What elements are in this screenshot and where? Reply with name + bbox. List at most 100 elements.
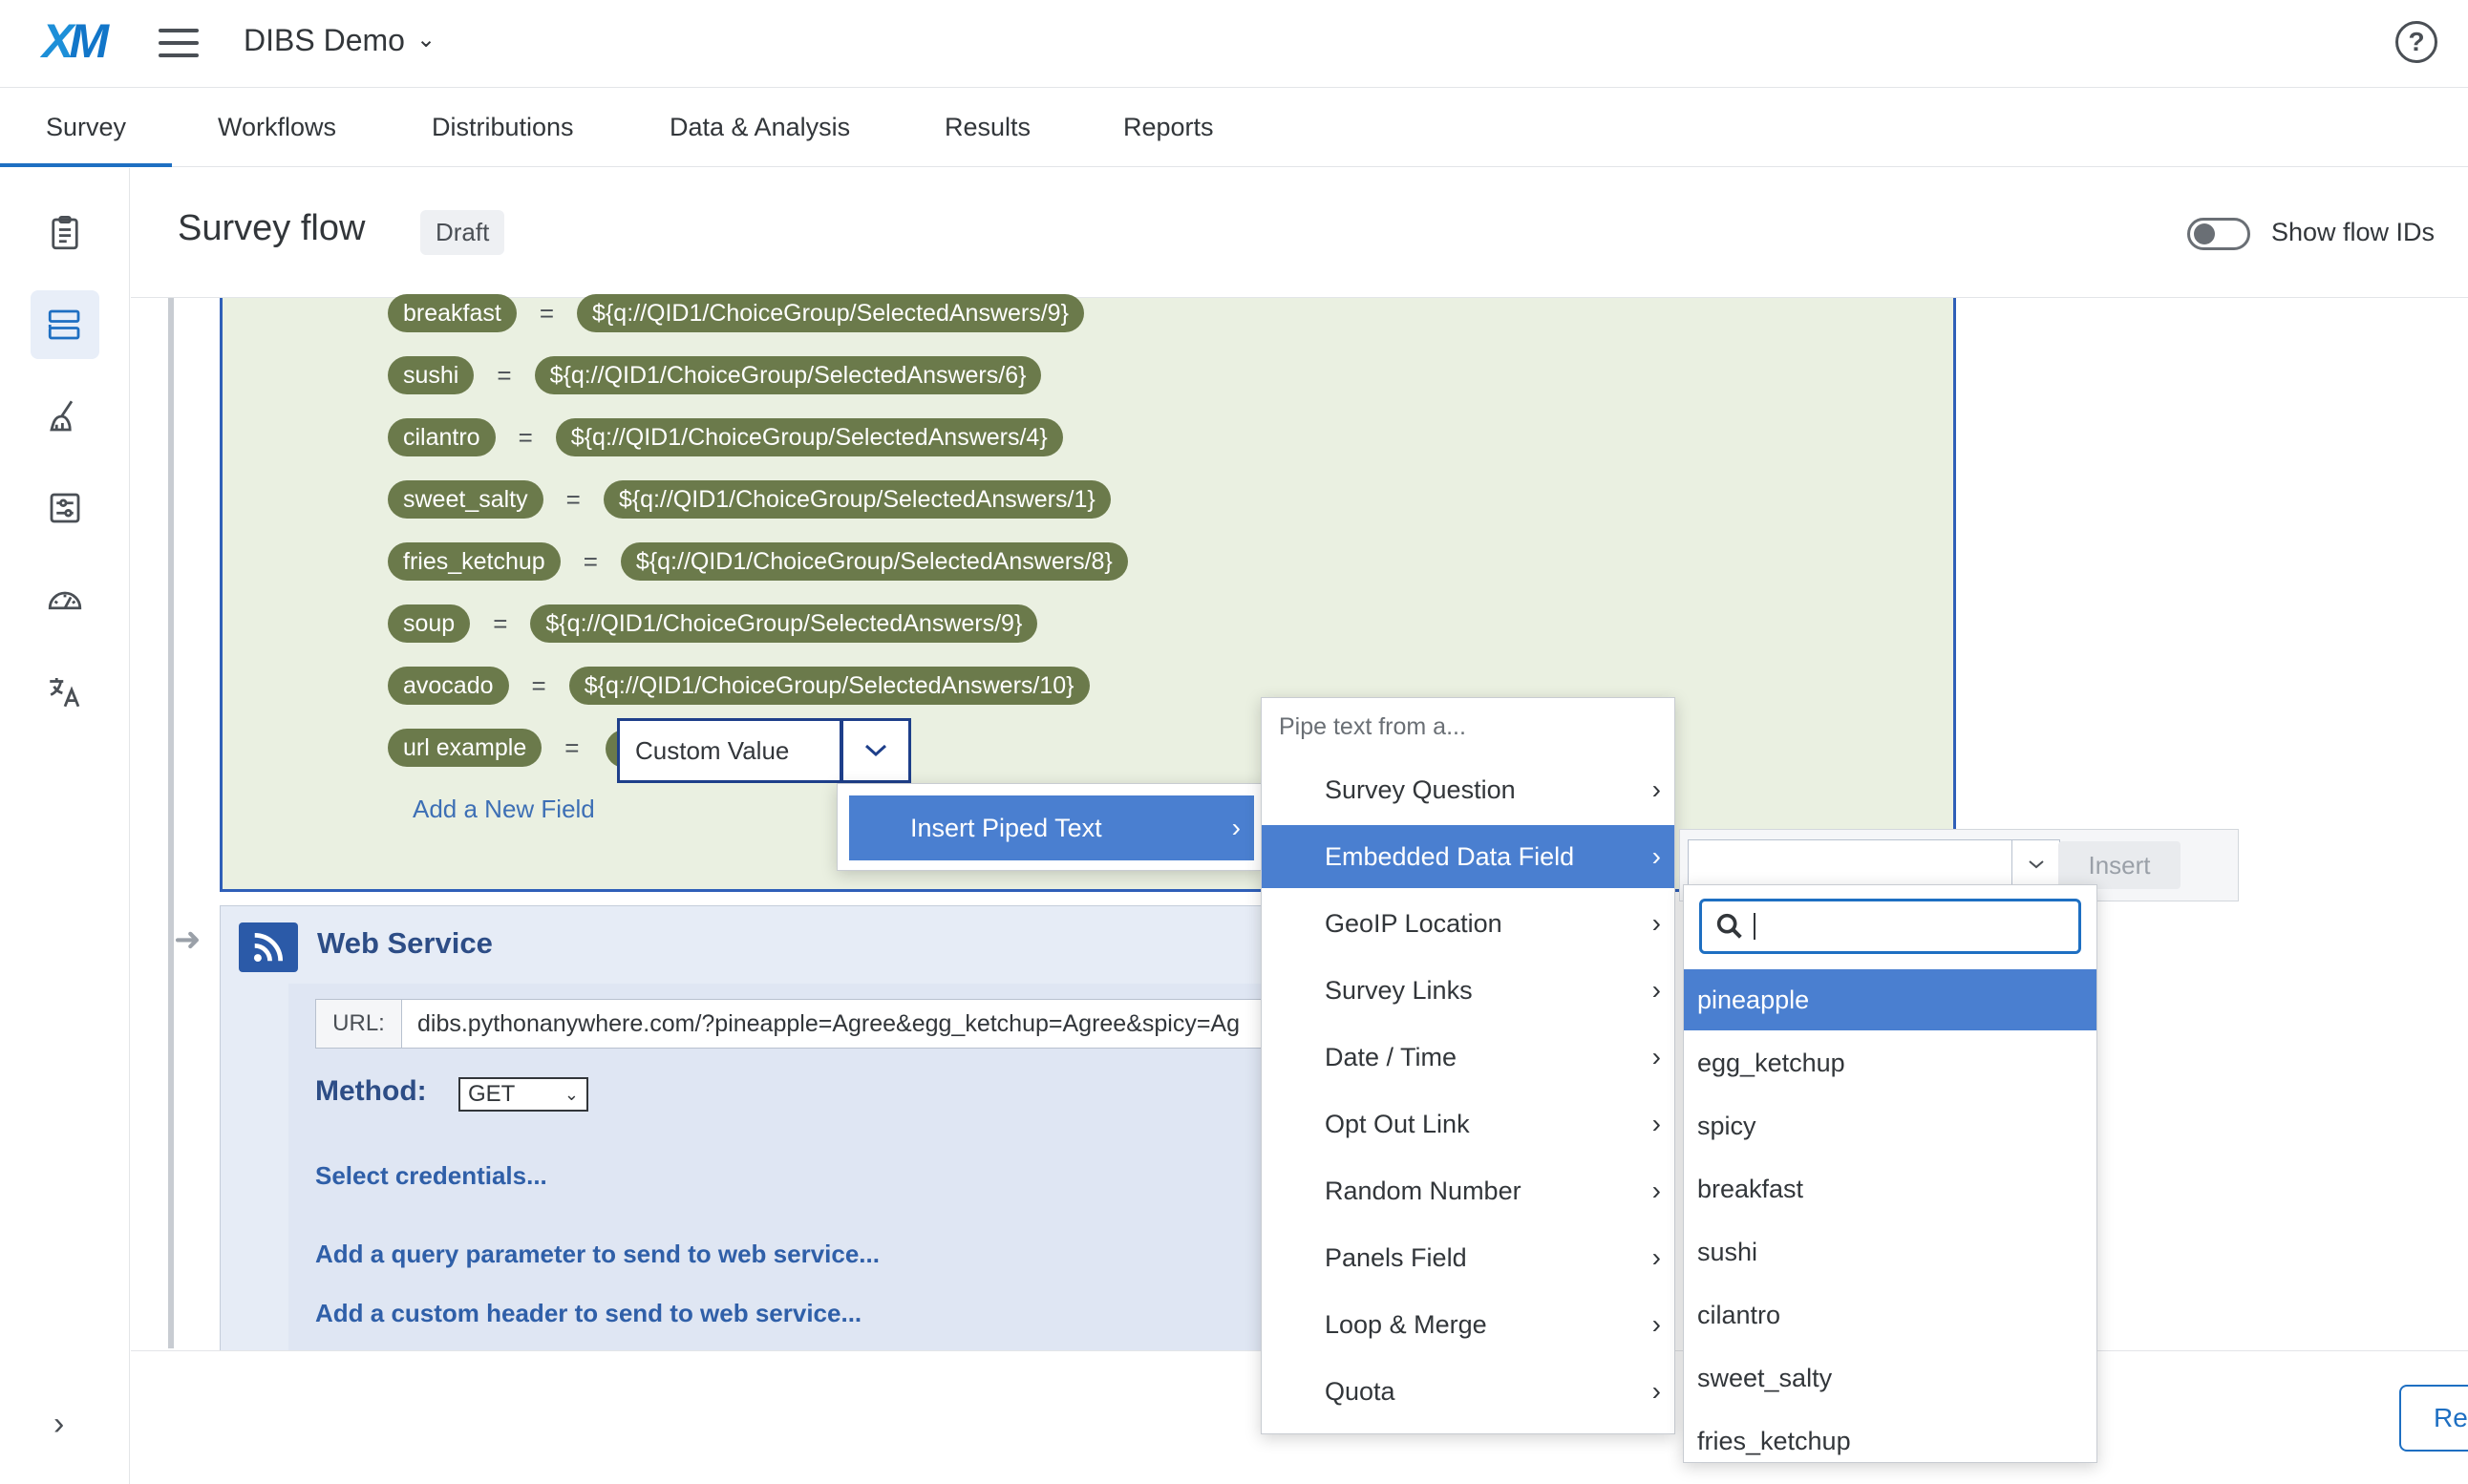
chevron-down-icon: ⌄ bbox=[415, 27, 436, 53]
chevron-right-icon: › bbox=[1651, 1309, 1661, 1339]
select-credentials-link[interactable]: Select credentials... bbox=[315, 1161, 547, 1191]
field-name-pill[interactable]: breakfast bbox=[388, 294, 517, 332]
dashboard-gauge-icon[interactable] bbox=[31, 565, 99, 634]
option-egg-ketchup[interactable]: egg_ketchup bbox=[1684, 1032, 2096, 1093]
field-value-pill[interactable]: ${q://QID1/ChoiceGroup/SelectedAnswers/6… bbox=[534, 356, 1042, 394]
insert-button[interactable]: Insert bbox=[2058, 841, 2181, 889]
custom-value-input[interactable]: Custom Value bbox=[617, 718, 842, 783]
embedded-field-row: fries_ketchup = ${q://QID1/ChoiceGroup/Sel… bbox=[388, 542, 1128, 581]
equals-sign: = bbox=[493, 608, 508, 638]
equals-sign: = bbox=[518, 422, 533, 452]
menu-item-panels-field[interactable]: Panels Field › bbox=[1262, 1226, 1674, 1289]
add-query-parameter-link[interactable]: Add a query parameter to send to web ser… bbox=[315, 1240, 880, 1269]
tab-reports[interactable]: Reports bbox=[1123, 89, 1214, 167]
embedded-field-row: sushi = ${q://QID1/ChoiceGroup/SelectedAns… bbox=[388, 356, 1042, 394]
equals-sign: = bbox=[583, 546, 598, 576]
show-flow-ids-toggle[interactable] bbox=[2187, 218, 2250, 250]
search-input[interactable] bbox=[1699, 899, 2081, 954]
menu-item-label: Opt Out Link bbox=[1325, 1110, 1470, 1138]
clipboard-icon[interactable] bbox=[31, 199, 99, 267]
menu-item-geoip-location[interactable]: GeoIP Location › bbox=[1262, 892, 1674, 955]
insert-piped-text-label: Insert Piped Text bbox=[910, 814, 1102, 842]
menu-item-survey-question[interactable]: Survey Question › bbox=[1262, 758, 1674, 821]
field-value-pill[interactable]: ${q://QID1/ChoiceGroup/SelectedAnswers/9… bbox=[530, 604, 1038, 643]
menu-item-opt-out-link[interactable]: Opt Out Link › bbox=[1262, 1092, 1674, 1155]
field-name-pill[interactable]: soup bbox=[388, 604, 471, 643]
tab-data-analysis[interactable]: Data & Analysis bbox=[670, 89, 850, 167]
chevron-right-icon: › bbox=[1651, 841, 1661, 871]
chevron-down-icon bbox=[2028, 860, 2044, 869]
select-dropdown-button[interactable] bbox=[2011, 840, 2059, 888]
add-custom-header-link[interactable]: Add a custom header to send to web servi… bbox=[315, 1299, 862, 1328]
menu-item-label: Survey Links bbox=[1325, 976, 1473, 1005]
chevron-down-icon bbox=[864, 744, 887, 757]
field-name-pill[interactable]: fries_ketchup bbox=[388, 542, 561, 581]
method-select[interactable]: GET ⌄ bbox=[458, 1077, 588, 1112]
add-new-field-link[interactable]: Add a New Field bbox=[413, 795, 595, 824]
chevron-right-icon: › bbox=[1651, 1242, 1661, 1272]
survey-options-icon[interactable] bbox=[31, 474, 99, 542]
tab-workflows[interactable]: Workflows bbox=[218, 89, 336, 167]
equals-sign: = bbox=[497, 360, 512, 390]
field-value-pill[interactable]: ${q://QID1/ChoiceGroup/SelectedAnswers/9… bbox=[577, 294, 1084, 332]
option-spicy[interactable]: spicy bbox=[1684, 1095, 2096, 1156]
equals-sign: = bbox=[565, 484, 581, 514]
field-value-pill[interactable]: ${q://QID1/ChoiceGroup/SelectedAnswers/1… bbox=[603, 480, 1111, 519]
help-icon[interactable]: ? bbox=[2395, 21, 2437, 63]
chevron-right-icon: › bbox=[1651, 975, 1661, 1005]
menu-item-quota[interactable]: Quota › bbox=[1262, 1360, 1674, 1423]
insert-piped-text-item[interactable]: Insert Piped Text › bbox=[849, 795, 1254, 860]
embedded-field-select[interactable] bbox=[1688, 839, 2060, 889]
menu-item-embedded-data-field[interactable]: Embedded Data Field › bbox=[1262, 825, 1674, 888]
tab-survey[interactable]: Survey bbox=[0, 89, 173, 167]
url-label: URL: bbox=[316, 1000, 402, 1048]
option-sweet-salty[interactable]: sweet_salty bbox=[1684, 1347, 2096, 1409]
embedded-field-row: soup = ${q://QID1/ChoiceGroup/SelectedAnsw… bbox=[388, 604, 1038, 643]
menu-item-date-time[interactable]: Date / Time › bbox=[1262, 1026, 1674, 1089]
field-value-pill[interactable]: ${q://QID1/ChoiceGroup/SelectedAnswers/1… bbox=[568, 667, 1090, 705]
tab-distributions[interactable]: Distributions bbox=[432, 89, 574, 167]
field-value-pill[interactable]: ${q://QID1/ChoiceGroup/SelectedAnswers/4… bbox=[555, 418, 1063, 456]
url-input[interactable]: dibs.pythonanywhere.com/?pineapple=Agree… bbox=[402, 1000, 1240, 1048]
field-name-pill[interactable]: url example bbox=[388, 729, 543, 767]
chevron-right-icon: › bbox=[1651, 1042, 1661, 1071]
menu-item-label: Panels Field bbox=[1325, 1243, 1467, 1272]
equals-sign: = bbox=[539, 298, 555, 328]
menu-item-label: GeoIP Location bbox=[1325, 909, 1502, 938]
option-cilantro[interactable]: cilantro bbox=[1684, 1284, 2096, 1346]
project-selector[interactable]: DIBS Demo ⌄ bbox=[244, 23, 436, 58]
review-button[interactable]: Re bbox=[2399, 1385, 2468, 1452]
embedded-field-row: cilantro = ${q://QID1/ChoiceGroup/Selected… bbox=[388, 418, 1063, 456]
field-name-pill[interactable]: cilantro bbox=[388, 418, 496, 456]
menu-item-label: Embedded Data Field bbox=[1325, 842, 1575, 871]
embedded-field-row: avocado = ${q://QID1/ChoiceGroup/SelectedA… bbox=[388, 667, 1090, 705]
field-name-pill[interactable]: avocado bbox=[388, 667, 509, 705]
method-value: GET bbox=[468, 1081, 516, 1107]
option-fries-ketchup[interactable]: fries_ketchup bbox=[1684, 1410, 2096, 1462]
option-sushi[interactable]: sushi bbox=[1684, 1221, 2096, 1283]
survey-flow-icon[interactable] bbox=[31, 290, 99, 359]
show-flow-ids-label: Show flow IDs bbox=[2271, 218, 2436, 246]
menu-item-label: Random Number bbox=[1325, 1177, 1521, 1205]
option-pineapple[interactable]: pineapple bbox=[1684, 969, 2096, 1030]
expand-rail-chevron-icon[interactable]: › bbox=[53, 1406, 64, 1443]
menu-item-survey-links[interactable]: Survey Links › bbox=[1262, 959, 1674, 1022]
option-breakfast[interactable]: breakfast bbox=[1684, 1158, 2096, 1219]
field-name-pill[interactable]: sweet_salty bbox=[388, 480, 543, 519]
url-field[interactable]: URL: dibs.pythonanywhere.com/?pineapple=… bbox=[315, 999, 1366, 1049]
field-options-menu: Insert Piped Text › bbox=[837, 783, 1265, 871]
menu-item-random-number[interactable]: Random Number › bbox=[1262, 1159, 1674, 1222]
menu-item-label: Date / Time bbox=[1325, 1043, 1457, 1071]
custom-value-dropdown-button[interactable] bbox=[842, 718, 911, 783]
paintbrush-icon[interactable] bbox=[31, 382, 99, 451]
field-value-pill[interactable]: ${q://QID1/ChoiceGroup/SelectedAnswers/8… bbox=[620, 542, 1128, 581]
translate-icon[interactable] bbox=[31, 657, 99, 726]
xm-logo[interactable]: XM bbox=[42, 13, 109, 69]
hamburger-menu-icon[interactable] bbox=[159, 29, 199, 57]
flow-connector-line bbox=[168, 298, 174, 1348]
project-name: DIBS Demo bbox=[244, 23, 405, 57]
tab-results[interactable]: Results bbox=[945, 89, 1031, 167]
menu-item-loop-merge[interactable]: Loop & Merge › bbox=[1262, 1293, 1674, 1356]
field-name-pill[interactable]: sushi bbox=[388, 356, 475, 394]
chevron-right-icon: › bbox=[1651, 1109, 1661, 1138]
